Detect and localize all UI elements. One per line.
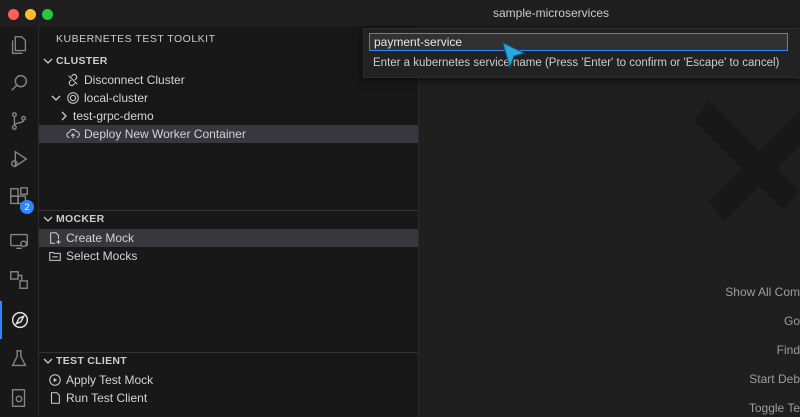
cluster-section-header[interactable]: CLUSTER	[39, 53, 418, 71]
run-debug-icon[interactable]	[0, 140, 38, 178]
activity-bar: 2	[0, 26, 39, 417]
window-title: sample-microservices	[492, 6, 609, 20]
new-file-icon	[50, 232, 61, 245]
run-test-client-item[interactable]: Run Test Client	[39, 389, 418, 407]
shortcut-show-all-commands: Show All Com	[725, 285, 800, 299]
target-icon	[67, 92, 79, 104]
deploy-worker-container-label: Deploy New Worker Container	[84, 127, 246, 141]
chevron-down-icon	[43, 216, 53, 222]
shortcut-start-debugging: Start Deb	[749, 372, 800, 386]
search-icon[interactable]	[0, 64, 38, 102]
select-mocks-label: Select Mocks	[66, 249, 138, 263]
create-mock-item[interactable]: Create Mock	[39, 229, 418, 247]
quick-input-widget: Enter a kubernetes service name (Press '…	[363, 28, 800, 78]
sidebar-title: KUBERNETES TEST TOOLKIT	[56, 33, 216, 45]
run-test-client-label: Run Test Client	[66, 391, 148, 405]
cluster-section-label: CLUSTER	[56, 55, 108, 67]
test-client-section-header[interactable]: TEST CLIENT	[39, 353, 418, 371]
testing-flask-icon[interactable]	[0, 340, 38, 378]
remote-explorer-icon[interactable]	[0, 222, 38, 260]
test-grpc-demo-label: test-grpc-demo	[73, 109, 154, 123]
vscode-watermark-logo	[694, 101, 800, 221]
quick-input-message: Enter a kubernetes service name (Press '…	[373, 57, 780, 69]
side-bar: KUBERNETES TEST TOOLKIT CLUSTER Disconne…	[39, 26, 419, 417]
extensions-icon[interactable]: 2	[0, 178, 38, 216]
chevron-down-icon	[51, 95, 61, 101]
test-grpc-demo-item[interactable]: test-grpc-demo	[39, 107, 418, 125]
play-circle-icon	[49, 374, 61, 386]
chevron-down-icon	[43, 58, 53, 64]
shortcut-find-in-files: Find	[776, 343, 800, 357]
deploy-worker-container-item[interactable]: Deploy New Worker Container	[39, 125, 418, 143]
shortcut-go-to-file: Go	[783, 314, 800, 328]
chevron-down-icon	[43, 358, 53, 364]
kubernetes-test-toolkit-icon[interactable]	[0, 301, 38, 339]
disconnect-cluster-label: Disconnect Cluster	[84, 73, 185, 87]
cloud-upload-icon	[66, 128, 80, 139]
create-mock-label: Create Mock	[66, 231, 135, 245]
mocker-section-header[interactable]: MOCKER	[39, 211, 418, 229]
shortcut-toggle-terminal: Toggle Te	[748, 401, 800, 415]
select-mocks-item[interactable]: Select Mocks	[39, 247, 418, 265]
local-cluster-item[interactable]: local-cluster	[39, 89, 418, 107]
containers-icon[interactable]	[0, 261, 38, 299]
explorer-icon[interactable]	[0, 26, 38, 64]
apply-test-mock-label: Apply Test Mock	[66, 373, 154, 387]
disconnect-icon	[68, 73, 78, 87]
mocker-section-label: MOCKER	[56, 213, 105, 225]
file-icon	[50, 392, 60, 404]
disconnect-cluster-item[interactable]: Disconnect Cluster	[39, 71, 418, 89]
extensions-badge: 2	[20, 200, 34, 214]
service-name-input[interactable]	[369, 33, 788, 51]
editor-area: Show All Com Go Find Start Deb Toggle Te	[419, 26, 800, 417]
apply-test-mock-item[interactable]: Apply Test Mock	[39, 371, 418, 389]
chevron-right-icon	[61, 111, 67, 121]
test-client-section-label: TEST CLIENT	[56, 355, 127, 367]
title-bar: sample-microservices	[0, 0, 800, 27]
local-cluster-label: local-cluster	[84, 91, 149, 105]
bottom-settings-icon[interactable]	[0, 379, 38, 417]
source-control-icon[interactable]	[0, 102, 38, 140]
mouse-pointer-icon	[502, 42, 526, 69]
folder-icon	[49, 251, 61, 261]
